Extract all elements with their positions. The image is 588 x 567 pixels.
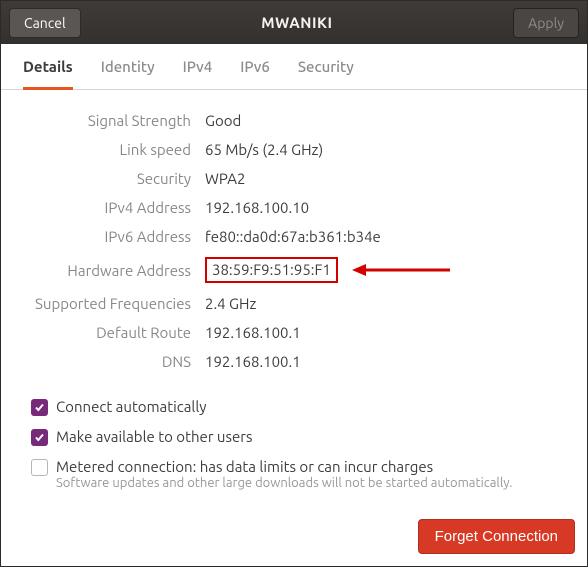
label-link-speed: Link speed	[31, 141, 191, 158]
row-link-speed: Link speed 65 Mb/s (2.4 GHz)	[31, 141, 557, 158]
row-frequencies: Supported Frequencies 2.4 GHz	[31, 295, 557, 312]
label-ipv6: IPv6 Address	[31, 228, 191, 245]
value-ipv6: fe80::da0d:67a:b361:b34e	[205, 228, 381, 245]
label-default-route: Default Route	[31, 324, 191, 341]
titlebar: Cancel MWANIKI Apply	[1, 1, 587, 44]
checkbox-metered[interactable]: Metered connection: has data limits or c…	[31, 458, 557, 492]
label-security: Security	[31, 170, 191, 187]
label-dns: DNS	[31, 353, 191, 370]
value-link-speed: 65 Mb/s (2.4 GHz)	[205, 141, 323, 158]
wifi-settings-dialog: Cancel MWANIKI Apply Details Identity IP…	[0, 0, 588, 567]
value-dns: 192.168.100.1	[205, 353, 301, 370]
annotation-arrow-icon	[352, 262, 452, 278]
row-dns: DNS 192.168.100.1	[31, 353, 557, 370]
details-panel: Signal Strength Good Link speed 65 Mb/s …	[1, 90, 587, 388]
value-signal: Good	[205, 112, 241, 129]
value-security: WPA2	[205, 170, 245, 187]
label-ipv4: IPv4 Address	[31, 199, 191, 216]
checkbox-available-to-others[interactable]: Make available to other users	[31, 428, 557, 446]
row-default-route: Default Route 192.168.100.1	[31, 324, 557, 341]
tab-bar: Details Identity IPv4 IPv6 Security	[1, 44, 587, 90]
checkbox-label: Connect automatically	[56, 398, 207, 415]
footer: Forget Connection	[418, 519, 575, 554]
tab-details[interactable]: Details	[23, 58, 73, 90]
options-section: Connect automatically Make available to …	[1, 388, 587, 492]
checkmark-icon	[31, 399, 48, 416]
label-hardware-address: Hardware Address	[31, 262, 191, 279]
tab-ipv6[interactable]: IPv6	[240, 58, 270, 89]
checkbox-label: Make available to other users	[56, 428, 253, 445]
label-signal: Signal Strength	[31, 112, 191, 129]
row-hardware-address: Hardware Address 38:59:F9:51:95:F1	[31, 257, 557, 283]
checkbox-empty-icon	[31, 459, 48, 476]
row-security: Security WPA2	[31, 170, 557, 187]
forget-connection-button[interactable]: Forget Connection	[418, 519, 575, 554]
row-ipv6: IPv6 Address fe80::da0d:67a:b361:b34e	[31, 228, 557, 245]
cancel-button[interactable]: Cancel	[9, 8, 81, 38]
metered-subtitle: Software updates and other large downloa…	[56, 475, 512, 492]
value-frequencies: 2.4 GHz	[205, 295, 256, 312]
value-default-route: 192.168.100.1	[205, 324, 301, 341]
apply-button[interactable]: Apply	[513, 8, 579, 38]
checkmark-icon	[31, 429, 48, 446]
value-ipv4: 192.168.100.10	[205, 199, 309, 216]
checkbox-connect-automatically[interactable]: Connect automatically	[31, 398, 557, 416]
window-title: MWANIKI	[81, 14, 513, 31]
metered-title: Metered connection: has data limits or c…	[56, 458, 433, 475]
tab-identity[interactable]: Identity	[101, 58, 155, 89]
checkbox-label: Metered connection: has data limits or c…	[56, 458, 512, 492]
row-signal: Signal Strength Good	[31, 112, 557, 129]
tab-ipv4[interactable]: IPv4	[183, 58, 213, 89]
value-hardware-address: 38:59:F9:51:95:F1	[205, 257, 338, 283]
tab-security[interactable]: Security	[298, 58, 354, 89]
label-frequencies: Supported Frequencies	[31, 295, 191, 312]
row-ipv4: IPv4 Address 192.168.100.10	[31, 199, 557, 216]
